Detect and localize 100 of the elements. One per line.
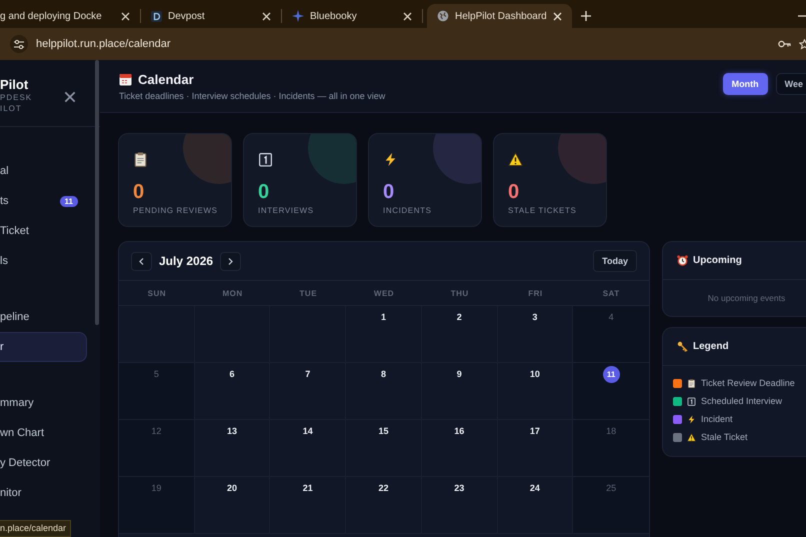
day-number: 17 [530, 426, 540, 438]
day-number: 2 [456, 312, 462, 324]
clipboard-icon [133, 152, 148, 167]
browser-tab[interactable]: Bluebooky [282, 4, 422, 28]
day-number: 23 [454, 483, 464, 495]
weekday-label: TUE [298, 288, 318, 298]
month-title: July 2026 [159, 254, 214, 268]
day-number: 10 [530, 369, 540, 381]
close-icon[interactable] [262, 12, 271, 20]
day-number: 7 [305, 369, 310, 381]
day-cell[interactable]: 17 [498, 420, 574, 476]
day-number: 11 [602, 366, 620, 383]
warning-icon [687, 432, 696, 442]
day-cell[interactable]: 3 [498, 306, 574, 362]
legend-label: Ticket Review Deadline [701, 378, 795, 388]
minimize-icon[interactable] [798, 15, 806, 17]
day-number: 25 [606, 483, 616, 495]
scrollbar-thumb[interactable] [95, 60, 99, 325]
empty-message: No upcoming events [708, 293, 786, 303]
day-number: 9 [456, 369, 462, 381]
lightning-icon [687, 414, 696, 424]
stat-label: INTERVIEWS [258, 206, 315, 215]
sidebar-item[interactable]: wn Chart [0, 418, 87, 448]
calendar-one-icon [687, 396, 696, 406]
weekday-label: WED [372, 288, 396, 298]
sidebar-item[interactable]: ts 11 [0, 186, 87, 216]
legend-label: Stale Ticket [701, 432, 748, 442]
key-icon[interactable] [778, 40, 791, 48]
day-number: 1 [380, 312, 386, 324]
day-cell[interactable]: 6 [194, 363, 270, 419]
panel-title: Legend [693, 341, 729, 352]
weekday-label: FRI [527, 288, 544, 298]
day-number: 12 [151, 426, 162, 438]
today-button[interactable]: Today [593, 250, 637, 272]
chevron-right-icon [228, 258, 234, 264]
day-number: 15 [378, 426, 388, 438]
sidebar-item[interactable]: Ticket [0, 216, 87, 246]
count-badge: 11 [60, 196, 78, 206]
chevron-left-icon [139, 258, 144, 264]
day-number: 24 [530, 483, 540, 495]
view-toggle-button[interactable]: Month [722, 73, 768, 95]
weekday-label: SUN [146, 288, 168, 298]
legend-label: Scheduled Interview [701, 396, 782, 406]
browser-tab[interactable]: g and deploying Docke [0, 4, 140, 28]
sparkle-icon [292, 10, 304, 22]
page-title: Calendar [138, 72, 194, 86]
new-tab-icon[interactable] [580, 11, 591, 21]
close-icon[interactable] [403, 12, 412, 20]
sidebar-item[interactable]: mmary [0, 388, 87, 418]
browser-tab[interactable]: Devpost [141, 4, 281, 28]
calendar-icon [119, 72, 132, 86]
sidebar-item[interactable]: peline [0, 302, 87, 332]
day-number: 14 [302, 426, 313, 438]
day-number: 20 [227, 483, 238, 495]
previous-month-button[interactable] [131, 252, 152, 270]
alarm-clock-icon [677, 255, 688, 266]
brand-name: Pilot [0, 77, 28, 92]
stat-value: 0 [508, 182, 520, 202]
browser-tab[interactable]: HelpPilot Dashboard [427, 4, 572, 28]
day-cell[interactable]: 10 [498, 363, 574, 419]
day-number: 13 [227, 426, 238, 438]
stat-label: PENDING REVIEWS [133, 206, 219, 215]
brand-subtitle: PDESK [0, 92, 32, 103]
page-subtitle: Ticket deadlines · Interview schedules · Incidents — all in one view [119, 90, 386, 100]
day-cell[interactable]: 20 [194, 477, 270, 533]
stat-value: 0 [133, 182, 144, 202]
close-icon[interactable] [121, 12, 130, 20]
day-number: 18 [606, 426, 616, 438]
day-number: 22 [378, 483, 388, 495]
clipboard-icon [687, 378, 696, 388]
legend-label: Incident [701, 414, 733, 424]
stat-label: INCIDENTS [383, 206, 433, 215]
weekday-label: SAT [602, 288, 621, 298]
day-number: 4 [608, 312, 614, 324]
sidebar-item[interactable]: r [0, 332, 87, 362]
day-number: 21 [302, 483, 313, 495]
weekday-label: MON [221, 288, 244, 298]
stat-value: 0 [383, 182, 394, 202]
site-info-button[interactable] [10, 35, 28, 53]
view-toggle-button[interactable]: Wee [776, 73, 806, 95]
sidebar-item[interactable]: ls [0, 246, 87, 276]
day-cell[interactable]: 24 [498, 477, 574, 533]
day-number: 19 [151, 483, 162, 495]
day-number: 5 [154, 369, 159, 381]
brand-subtitle: ILOT [0, 103, 23, 114]
sidebar-item[interactable]: al [0, 156, 87, 186]
next-month-button[interactable] [220, 252, 242, 270]
status-url: n.place/calendar [0, 520, 72, 537]
lightning-icon [383, 152, 398, 167]
day-cell[interactable]: 13 [194, 420, 270, 476]
sliders-icon [14, 40, 24, 48]
sidebar-item[interactable]: y Detector [0, 448, 87, 478]
key-icon [677, 341, 688, 352]
day-number: 6 [230, 369, 235, 381]
day-cell[interactable]: 11 [573, 363, 649, 419]
close-icon[interactable] [64, 91, 76, 103]
day-number: 8 [380, 369, 386, 381]
sidebar-item[interactable]: nitor [0, 478, 87, 508]
panel-title: Upcoming [693, 255, 742, 266]
stat-value: 0 [258, 182, 270, 202]
